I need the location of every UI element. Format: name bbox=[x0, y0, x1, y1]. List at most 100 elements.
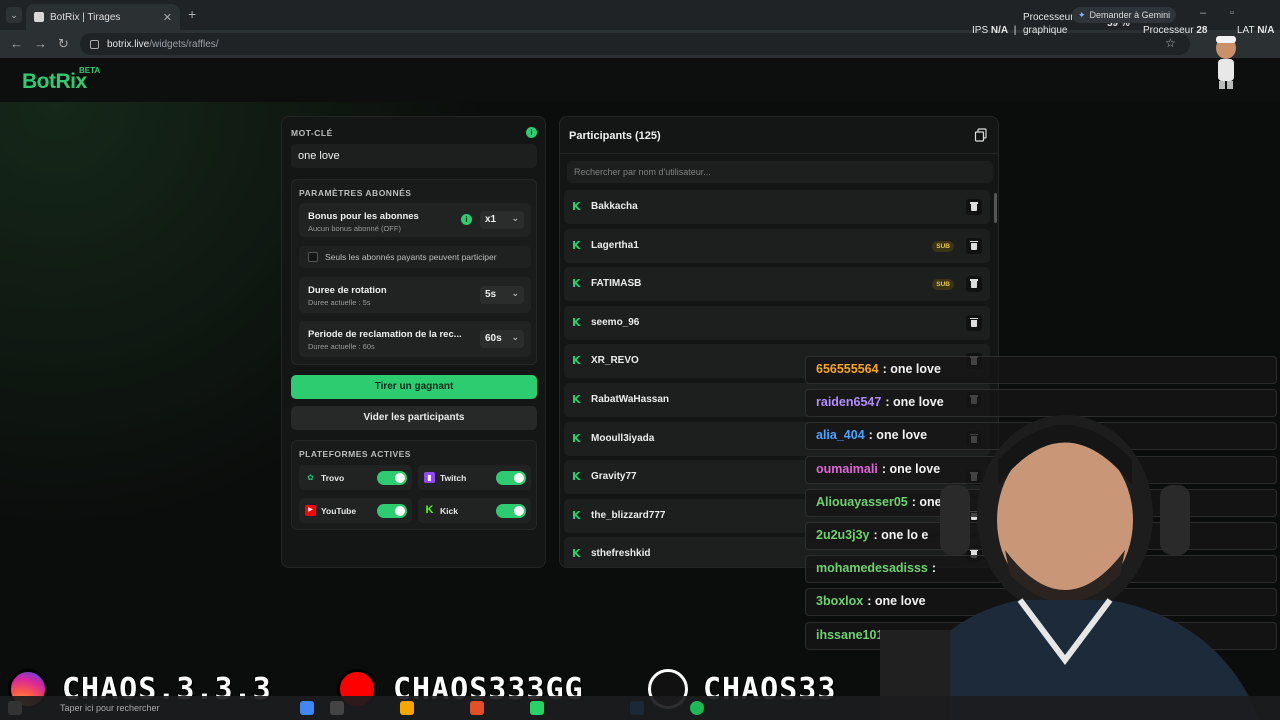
keyword-info-icon[interactable]: i bbox=[526, 127, 537, 138]
chrome-icon[interactable] bbox=[300, 701, 314, 715]
participant-row: Kseemo_96 bbox=[564, 305, 990, 340]
participant-name: Bakkacha bbox=[591, 201, 638, 212]
subscriber-settings: PARAMÈTRES ABONNÉS Bonus pour les abonne… bbox=[291, 179, 537, 365]
trovo-icon: ✿ bbox=[307, 473, 314, 482]
hud-cpu-label: Processeur bbox=[1143, 25, 1194, 36]
kick-icon: K bbox=[572, 547, 581, 561]
participant-name: Lagertha1 bbox=[591, 239, 639, 251]
tab-title: BotRix | Tirages bbox=[50, 11, 121, 23]
back-icon[interactable]: ← bbox=[10, 36, 23, 51]
participant-name: Mooull3iyada bbox=[591, 432, 655, 444]
platform-name: YouTube bbox=[321, 506, 357, 516]
start-icon[interactable] bbox=[8, 701, 22, 715]
trash-icon[interactable] bbox=[966, 314, 982, 331]
maximize-icon[interactable]: ▫ bbox=[1230, 7, 1234, 19]
new-tab-icon[interactable]: + bbox=[188, 6, 196, 22]
forward-icon[interactable]: → bbox=[34, 36, 47, 51]
taskbar-search-input[interactable]: Taper ici pour rechercher bbox=[36, 699, 226, 717]
twitch-toggle[interactable] bbox=[496, 471, 526, 485]
claim-title: Periode de reclamation de la rec... bbox=[308, 329, 462, 340]
kick-icon: K bbox=[572, 277, 581, 291]
reload-icon[interactable]: ↻ bbox=[58, 36, 69, 52]
claim-select-value: 60s bbox=[485, 333, 502, 344]
subscriber-settings-label: PARAMÈTRES ABONNÉS bbox=[299, 188, 412, 198]
participant-name: sthefreshkid bbox=[591, 548, 651, 560]
platform-kick: K Kick bbox=[418, 498, 531, 523]
active-platforms: PLATEFORMES ACTIVES ✿ Trovo ▮ Twitch ▶ Y… bbox=[291, 440, 537, 530]
kick-icon: K bbox=[572, 431, 581, 445]
trash-icon[interactable] bbox=[966, 276, 982, 293]
participant-name: FATIMASB bbox=[591, 278, 642, 290]
chat-username: ihssane101 bbox=[816, 627, 884, 642]
kick-icon: K bbox=[572, 315, 581, 329]
hud-ips: IPS N/A | bbox=[972, 25, 1017, 36]
platform-youtube: ▶ YouTube bbox=[299, 498, 412, 523]
gemini-button[interactable]: ✦ Demander à Gemini bbox=[1072, 7, 1177, 23]
chat-username: alia_404 bbox=[816, 428, 865, 443]
kick-icon: K bbox=[572, 238, 581, 252]
whatsapp-icon[interactable] bbox=[530, 701, 544, 715]
copy-icon[interactable] bbox=[974, 128, 988, 142]
platform-name: Trovo bbox=[321, 473, 345, 483]
participant-row: K FATIMASB SUB bbox=[564, 267, 990, 302]
bookmark-star-icon[interactable]: ☆ bbox=[1165, 36, 1176, 50]
app-icon[interactable] bbox=[470, 701, 484, 715]
platform-trovo: ✿ Trovo bbox=[299, 465, 412, 490]
participants-scrollbar[interactable] bbox=[994, 193, 997, 223]
bonus-row: Bonus pour les abonnes Aucun bonus abonn… bbox=[299, 203, 531, 237]
kick-icon: K bbox=[572, 470, 581, 484]
claim-row: Periode de reclamation de la rec... Dure… bbox=[299, 321, 531, 357]
twitch-icon: ▮ bbox=[424, 472, 435, 483]
botrix-logo[interactable]: BotRix bbox=[22, 70, 87, 94]
claim-select[interactable]: 60s ⌄ bbox=[480, 330, 524, 348]
trash-icon[interactable] bbox=[966, 237, 982, 254]
browser-tab[interactable]: BotRix | Tirages ✕ bbox=[26, 4, 180, 30]
participant-name: XR_REVO bbox=[591, 355, 639, 367]
paid-only-row[interactable]: Seuls les abonnés payants peuvent partic… bbox=[299, 246, 531, 268]
chat-username: 656555564 bbox=[816, 362, 879, 376]
chat-username: oumaimali bbox=[816, 461, 878, 476]
draw-winner-button[interactable]: Tirer un gagnant bbox=[291, 375, 537, 399]
bonus-select-value: x1 bbox=[485, 214, 497, 225]
steam-icon[interactable] bbox=[630, 701, 644, 715]
panel-divider bbox=[560, 153, 998, 154]
participant-search-input[interactable]: Rechercher par nom d'utilisateur... bbox=[567, 161, 993, 183]
app-icon[interactable] bbox=[400, 701, 414, 715]
hud-ips-label: IPS bbox=[972, 25, 989, 36]
trovo-toggle[interactable] bbox=[377, 471, 407, 485]
chevron-down-icon: ⌄ bbox=[511, 288, 519, 298]
hud-cpu-value: 28 bbox=[1196, 25, 1208, 36]
paid-only-checkbox[interactable] bbox=[308, 252, 318, 262]
beta-badge: BETA bbox=[79, 66, 101, 75]
app-icon[interactable] bbox=[330, 701, 344, 715]
tab-search-icon[interactable]: ⌄ bbox=[6, 7, 22, 23]
bonus-select[interactable]: x1 ⌄ bbox=[480, 211, 524, 229]
chevron-down-icon: ⌄ bbox=[511, 213, 519, 223]
kick-icon: K bbox=[572, 508, 581, 522]
bonus-info-icon[interactable]: i bbox=[461, 214, 472, 225]
spotify-icon[interactable] bbox=[690, 701, 704, 715]
keyword-label: MOT-CLÉ bbox=[291, 128, 333, 138]
minimize-icon[interactable]: – bbox=[1200, 7, 1206, 19]
url-host: botrix.live bbox=[107, 38, 150, 50]
platforms-label: PLATEFORMES ACTIVES bbox=[299, 449, 411, 459]
kick-toggle[interactable] bbox=[496, 504, 526, 518]
participant-name: seemo_96 bbox=[591, 316, 640, 328]
chat-username: 2u2u3j3y bbox=[816, 528, 870, 542]
participants-title: Participants (125) bbox=[569, 130, 661, 142]
rotation-select-value: 5s bbox=[485, 289, 497, 300]
chat-text: : one love bbox=[882, 362, 941, 376]
hud-proc-label-2: graphique bbox=[1023, 25, 1068, 36]
rotation-select[interactable]: 5s ⌄ bbox=[480, 286, 524, 304]
keyword-input[interactable]: one love bbox=[291, 144, 537, 168]
site-info-icon[interactable] bbox=[90, 39, 99, 49]
youtube-toggle[interactable] bbox=[377, 504, 407, 518]
tab-close-icon[interactable]: ✕ bbox=[163, 11, 172, 24]
raffle-settings-panel: MOT-CLÉ i one love PARAMÈTRES ABONNÉS Bo… bbox=[281, 116, 546, 568]
address-bar[interactable]: botrix.live /widgets/raffles/ bbox=[80, 33, 1190, 55]
clear-participants-button[interactable]: Vider les participants bbox=[291, 406, 537, 430]
trash-icon[interactable] bbox=[966, 199, 982, 215]
favicon-icon bbox=[34, 12, 44, 22]
sub-badge: SUB bbox=[932, 240, 954, 252]
chat-username: 3boxlox bbox=[816, 594, 864, 609]
